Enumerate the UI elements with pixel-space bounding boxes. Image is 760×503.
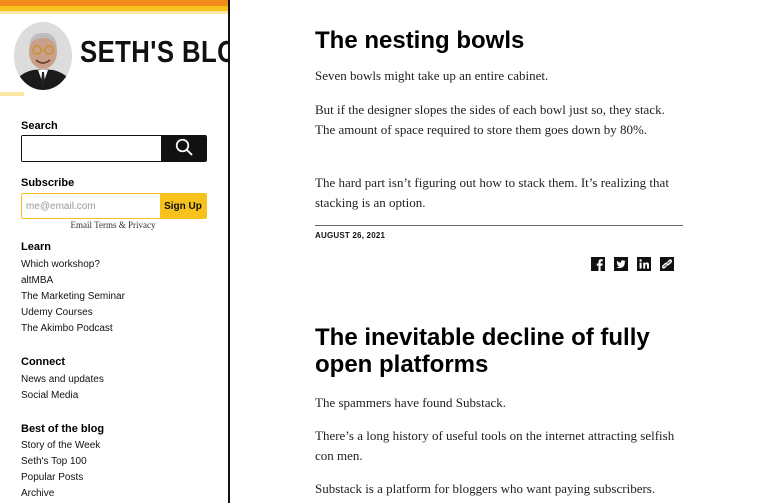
sidebar-link-archive[interactable]: Archive	[21, 488, 54, 499]
post-title[interactable]: The inevitable decline of fully open pla…	[315, 324, 695, 378]
post-title[interactable]: The nesting bowls	[315, 27, 695, 54]
connect-heading: Connect	[21, 356, 65, 368]
search-input[interactable]	[22, 136, 160, 161]
sidebar-link-which-workshop[interactable]: Which workshop?	[21, 259, 100, 270]
post-date[interactable]: AUGUST 26, 2021	[315, 231, 385, 240]
sidebar-link-top-100[interactable]: Seth's Top 100	[21, 456, 87, 467]
post-divider	[315, 225, 683, 226]
sidebar-link-akimbo-podcast[interactable]: The Akimbo Podcast	[21, 323, 113, 334]
subscribe-heading: Subscribe	[21, 177, 75, 189]
post-paragraph: The spammers have found Substack.	[315, 395, 506, 410]
side-accent-stripe	[0, 92, 24, 96]
sign-up-button[interactable]: Sign Up	[160, 194, 206, 218]
learn-heading: Learn	[21, 241, 51, 253]
search-icon	[175, 138, 193, 160]
header-stripe-pale	[0, 11, 228, 14]
post-paragraph: Seven bowls might take up an entire cabi…	[315, 68, 549, 83]
search-button[interactable]	[161, 136, 206, 161]
email-terms-link[interactable]: Email Terms & Privacy	[21, 220, 205, 230]
main-content: The nesting bowls Seven bowls might take…	[230, 0, 760, 503]
post-paragraph: Substack is a platform for bloggers who …	[315, 481, 656, 496]
post-paragraph: The hard part isn’t figuring out how to …	[315, 175, 669, 210]
email-field[interactable]	[22, 194, 160, 218]
sidebar-link-popular-posts[interactable]: Popular Posts	[21, 472, 83, 483]
sidebar-link-story-of-week[interactable]: Story of the Week	[21, 440, 100, 451]
author-avatar[interactable]	[14, 22, 72, 90]
post-paragraph: There’s a long history of useful tools o…	[315, 428, 675, 463]
link-icon[interactable]	[659, 256, 675, 272]
sidebar-link-altmba[interactable]: altMBA	[21, 275, 53, 286]
subscribe-form: Sign Up	[21, 193, 207, 219]
sidebar-link-news-updates[interactable]: News and updates	[21, 374, 104, 385]
best-of-blog-heading: Best of the blog	[21, 423, 105, 435]
blog-title[interactable]: SETH'S BLOG	[80, 34, 228, 70]
search-form	[21, 135, 207, 162]
sidebar-link-marketing-seminar[interactable]: The Marketing Seminar	[21, 291, 125, 302]
search-heading: Search	[21, 120, 58, 132]
sidebar-link-social-media[interactable]: Social Media	[21, 390, 78, 401]
facebook-icon[interactable]	[590, 256, 606, 272]
post-paragraph: But if the designer slopes the sides of …	[315, 102, 665, 137]
twitter-icon[interactable]	[613, 256, 629, 272]
sidebar-link-udemy-courses[interactable]: Udemy Courses	[21, 307, 93, 318]
sidebar: SETH'S BLOG Search Subscribe Sign Up Ema…	[0, 0, 230, 503]
linkedin-icon[interactable]	[636, 256, 652, 272]
